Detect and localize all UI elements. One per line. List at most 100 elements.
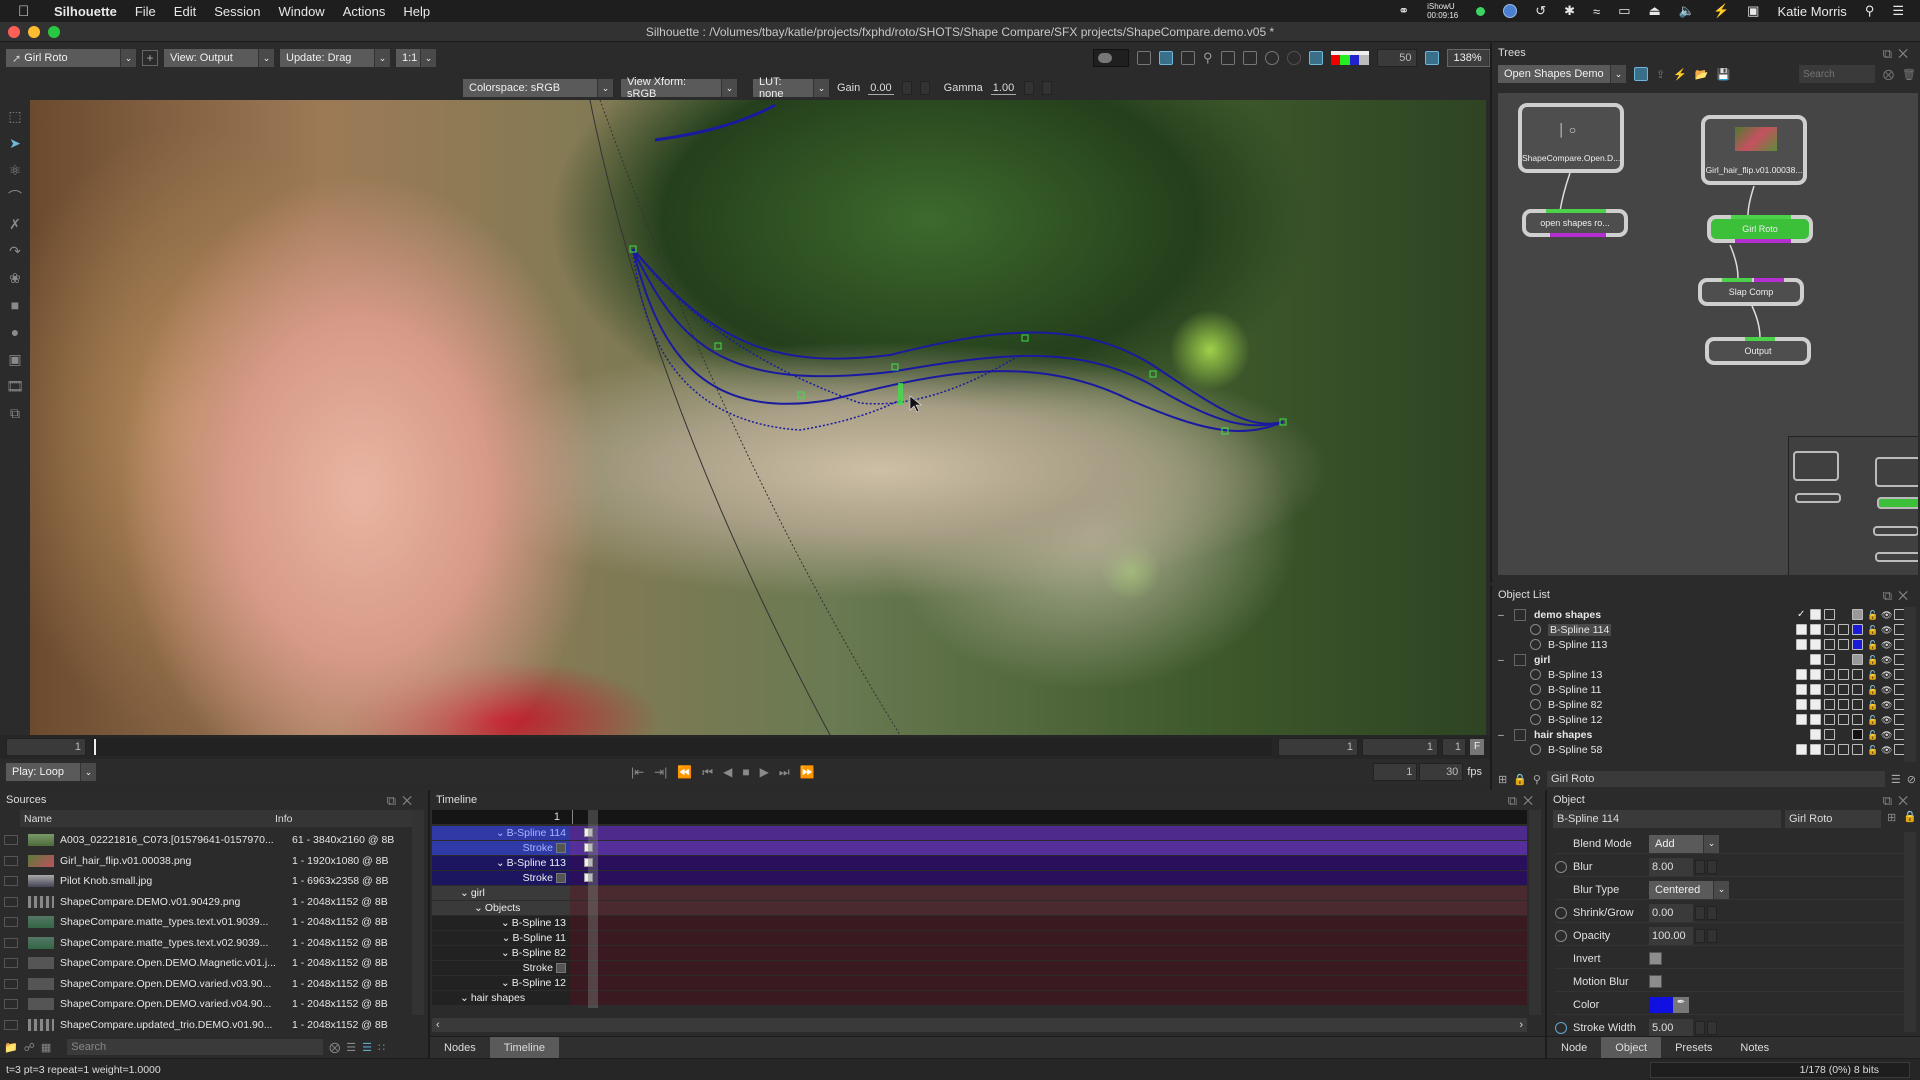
node-slap-comp[interactable]: Slap Comp [1698,278,1804,306]
node-input-port[interactable] [1546,209,1606,213]
source-row[interactable]: ShapeCompare.matte_types.text.v02.9039..… [0,933,415,953]
bspline-icon[interactable]: ⌒ [6,189,24,205]
object-group-row[interactable]: – hair shapes 🔓 👁 [1498,727,1905,742]
source-select-box[interactable] [4,917,18,927]
status-circle-icon[interactable] [1503,4,1518,18]
stroke-curve-icon[interactable] [556,963,566,973]
overlay-icon[interactable] [1308,51,1323,65]
property-stepper[interactable] [1695,928,1705,943]
layers-icon[interactable]: ⧉ [6,405,24,421]
time-machine-icon[interactable]: ↺ [1535,3,1546,19]
color-swatch[interactable] [1852,624,1863,635]
spline-overlay[interactable] [30,100,1486,735]
color-swatch[interactable] [1852,684,1863,695]
lock-icon[interactable]: 🔓 [1866,654,1878,665]
enable-toggle[interactable] [1796,624,1807,635]
overlay-toggle[interactable] [1810,609,1821,620]
cancel-toggle[interactable] [1824,744,1835,755]
frame-icon[interactable] [1181,51,1195,65]
gain-stepper[interactable] [901,81,912,95]
timeline-row-label[interactable]: ⌄ Objects [432,901,570,915]
step-forward-icon[interactable]: ⏭ [779,765,790,780]
keyframe-clock-icon[interactable] [1555,1021,1567,1034]
region-icon[interactable] [1220,51,1235,65]
lut-dropdown[interactable]: LUT: none ⌄ [753,76,829,100]
overlay-toggle[interactable] [1810,639,1821,650]
cancel-toggle[interactable] [1824,609,1835,620]
timeline-track[interactable] [570,976,1527,990]
transform-icon[interactable]: ⬚ [6,108,24,124]
enable-toggle[interactable] [1796,669,1807,680]
ishowu-indicator[interactable]: iShowU 00:09:16 [1427,2,1458,20]
start-frame-field[interactable]: 1 [1373,763,1418,781]
menu-edit[interactable]: Edit [174,4,196,19]
play-mode-dropdown[interactable]: Play: Loop ⌄ [6,763,96,781]
timeline-row-label[interactable]: ⌄ B-Spline 114 [432,826,570,840]
timeline-track[interactable] [570,826,1527,840]
expand-chevron-icon[interactable]: ⌄ [501,977,510,989]
menu-session[interactable]: Session [214,4,260,19]
eye-icon[interactable]: 👁 [1880,624,1892,635]
enable-toggle[interactable] [1796,744,1807,755]
property-reset[interactable] [1707,859,1717,874]
node-input-port[interactable] [1745,337,1775,341]
gain-field[interactable]: 0.00 [868,82,894,95]
viewer-canvas[interactable] [30,100,1486,735]
property-stepper[interactable] [1695,905,1705,920]
timeline-row-label[interactable]: Stroke [432,871,570,885]
zoom-window-button[interactable] [48,25,60,38]
object-group-row[interactable]: – demo shapes ✓ 🔓 👁 [1498,607,1905,622]
control-point[interactable] [1021,334,1029,342]
cancel-toggle[interactable] [1824,639,1835,650]
in-frame-field[interactable]: 1 [1278,738,1358,756]
duplicate-toggle[interactable] [1838,669,1849,680]
node-output-port[interactable] [1550,233,1606,237]
visibility-circle-icon[interactable] [1530,624,1541,635]
clear-icon[interactable]: ⊘ [1907,773,1916,786]
timeline-row-label[interactable]: ⌄ B-Spline 82 [432,946,570,960]
expand-chevron-icon[interactable]: ⌄ [501,947,510,959]
battery-icon[interactable]: ⚡ [1713,3,1729,19]
frame-mode-button[interactable]: F [1470,739,1484,755]
source-select-box[interactable] [4,855,18,866]
timeline-track[interactable] [570,901,1527,915]
timeline-row-label[interactable]: ⌄ B-Spline 12 [432,976,570,990]
columns-icon[interactable]: ▦ [41,1041,51,1054]
ellipse-icon[interactable]: ● [6,324,24,340]
duplicate-toggle[interactable] [1838,744,1849,755]
visibility-circle-icon[interactable] [1530,669,1541,680]
duplicate-toggle[interactable] [1838,684,1849,695]
property-checkbox[interactable] [1649,975,1662,988]
add-layer-icon[interactable]: ⊞ [1498,773,1507,786]
eye-icon[interactable]: 👁 [1880,729,1892,740]
column-name[interactable]: Name [20,813,275,825]
node-input-port[interactable] [1722,278,1752,282]
clear-search-icon[interactable]: ⨂ [329,1041,340,1054]
fps-field[interactable]: 30 [1419,763,1464,781]
object-row[interactable]: B-Spline 113 🔓 👁 [1498,637,1905,652]
lock-icon[interactable]: 🔓 [1866,744,1878,755]
property-stepper[interactable] [1695,859,1705,874]
save-icon[interactable]: 💾 [1717,68,1731,81]
lock-icon[interactable]: 🔓 [1866,624,1878,635]
step-back-icon[interactable]: ⏮ [702,765,713,780]
source-row[interactable]: Pilot Knob.small.jpg 1 - 6963x2358 @ 8B [0,871,415,891]
panel-float-close-icons[interactable]: ⧉✕ [387,793,418,809]
overlay-toggle[interactable] [1810,744,1821,755]
property-stepper[interactable] [1695,1020,1705,1035]
property-dropdown[interactable]: Centered ⌄ [1649,880,1729,899]
timeline-row-label[interactable]: ⌄ girl [432,886,570,900]
scroll-right-icon[interactable]: › [1519,1019,1523,1031]
keyframe-clock-icon[interactable] [1555,860,1567,873]
source-select-box[interactable] [4,999,18,1009]
current-frame-field[interactable]: 1 [6,738,86,756]
hand-icon[interactable] [1286,51,1301,65]
cancel-toggle[interactable] [1824,699,1835,710]
add-node-button[interactable]: + [142,50,158,66]
property-reset[interactable] [1707,905,1717,920]
duplicate-toggle[interactable] [1838,639,1849,650]
add-icon[interactable]: ⊞ [1887,811,1896,824]
rgb-channels-icon[interactable] [1330,51,1369,65]
eye-icon[interactable]: 👁 [1880,744,1892,755]
sources-search-input[interactable]: Search [67,1039,324,1055]
